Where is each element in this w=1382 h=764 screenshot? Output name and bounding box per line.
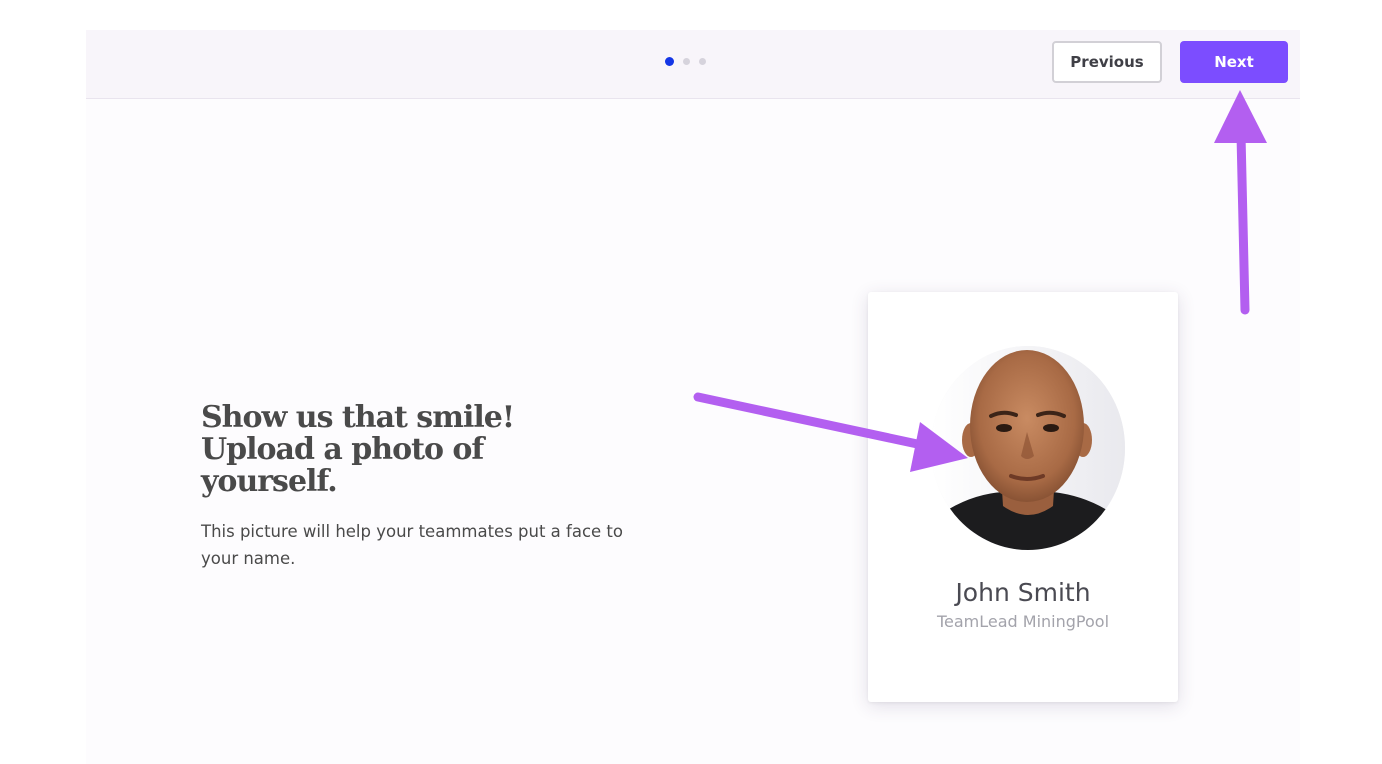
step-dot-2[interactable] xyxy=(683,58,690,65)
next-button[interactable]: Next xyxy=(1180,41,1288,83)
onboarding-header: Previous Next xyxy=(86,30,1300,99)
avatar-upload[interactable] xyxy=(931,346,1125,550)
onboarding-app: Previous Next Show us that smile! Upload… xyxy=(86,30,1300,764)
page-title: Show us that smile! Upload a photo of yo… xyxy=(201,400,515,499)
step-dot-3[interactable] xyxy=(699,58,706,65)
user-photo-icon xyxy=(931,346,1125,550)
profile-role: TeamLead MiningPool xyxy=(936,612,1110,631)
profile-card: John Smith TeamLead MiningPool xyxy=(868,292,1178,702)
screenshot-stage: Previous Next Show us that smile! Upload… xyxy=(0,0,1382,764)
step-indicator xyxy=(665,57,706,66)
page-description: This picture will help your teammates pu… xyxy=(201,522,623,568)
step-dot-1[interactable] xyxy=(665,57,674,66)
previous-button[interactable]: Previous xyxy=(1052,41,1162,83)
profile-name: John Smith xyxy=(955,578,1091,607)
